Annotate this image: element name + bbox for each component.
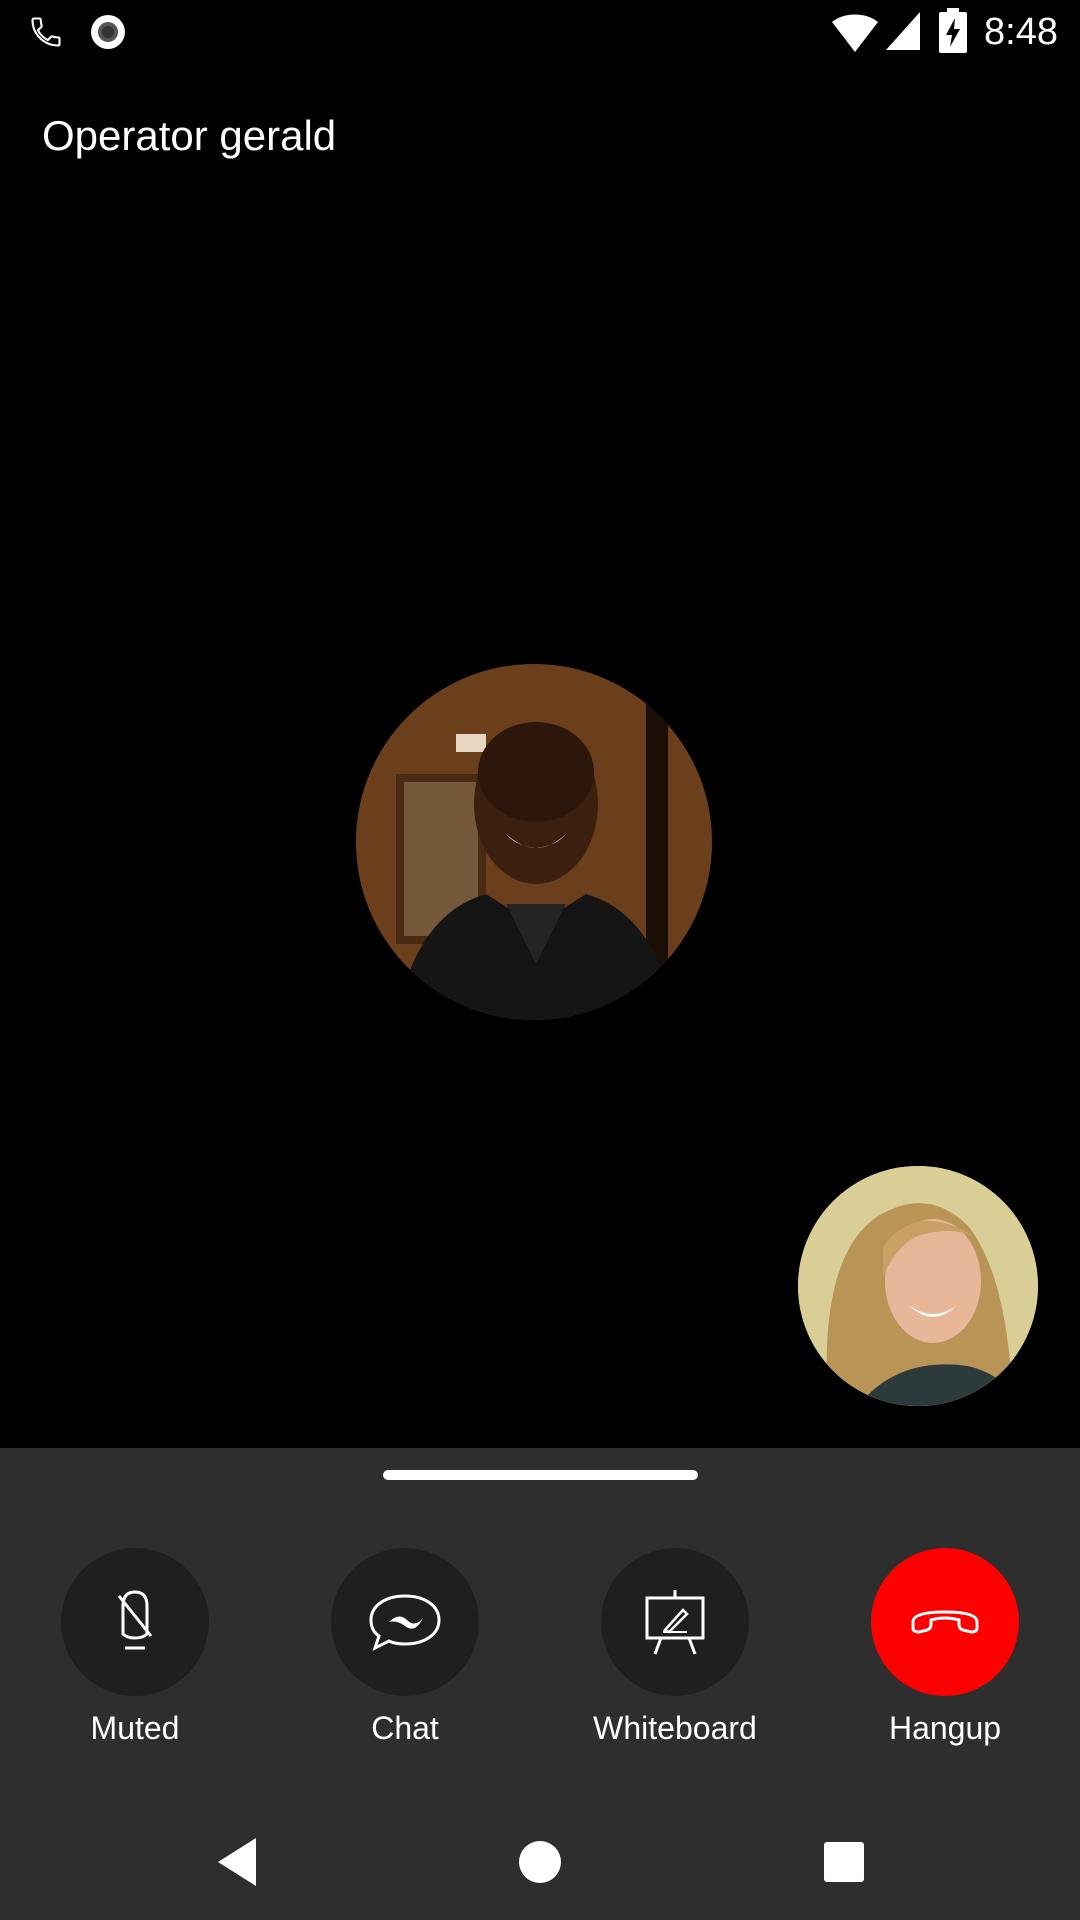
hangup-button-circle[interactable] <box>871 1548 1019 1696</box>
wifi-icon <box>832 14 878 52</box>
whiteboard-label: Whiteboard <box>593 1710 757 1746</box>
mute-label: Muted <box>90 1710 180 1746</box>
whiteboard-button[interactable]: Whiteboard <box>540 1548 810 1768</box>
remote-avatar-portrait <box>356 664 712 1020</box>
status-bar: 8:48 <box>0 0 1080 64</box>
home-icon[interactable] <box>510 1832 570 1892</box>
hangup-button[interactable]: Hangup <box>810 1548 1080 1768</box>
navigation-bar <box>0 1800 1080 1920</box>
call-control-panel: Muted Chat Whiteboard Hangup <box>0 1448 1080 1920</box>
hangup-phone-icon <box>911 1610 979 1634</box>
remote-participant-avatar <box>356 664 712 1020</box>
recents-icon[interactable] <box>814 1832 874 1892</box>
back-icon[interactable] <box>208 1832 268 1892</box>
mute-button[interactable]: Muted <box>0 1548 270 1768</box>
battery-charging-icon <box>939 8 967 53</box>
local-avatar-portrait <box>798 1166 1038 1406</box>
phone-icon <box>31 17 61 47</box>
caller-name: Operator gerald <box>42 112 337 159</box>
mute-button-circle[interactable] <box>61 1548 209 1696</box>
status-time: 8:48 <box>984 11 1058 53</box>
mic-off-icon <box>117 1590 153 1650</box>
whiteboard-button-circle[interactable] <box>601 1548 749 1696</box>
drag-handle[interactable] <box>383 1470 698 1480</box>
whiteboard-icon <box>645 1590 705 1655</box>
chat-button-circle[interactable] <box>331 1548 479 1696</box>
hangup-label: Hangup <box>888 1710 1002 1746</box>
chat-button[interactable]: Chat <box>270 1548 540 1768</box>
chat-bubble-icon <box>369 1594 441 1651</box>
signal-icon <box>886 12 920 50</box>
record-icon <box>91 15 125 49</box>
call-screen: 8:48 Operator gerald Muted Chat Whiteboa… <box>0 0 1080 1920</box>
local-participant-avatar <box>798 1166 1038 1406</box>
chat-label: Chat <box>371 1710 439 1746</box>
